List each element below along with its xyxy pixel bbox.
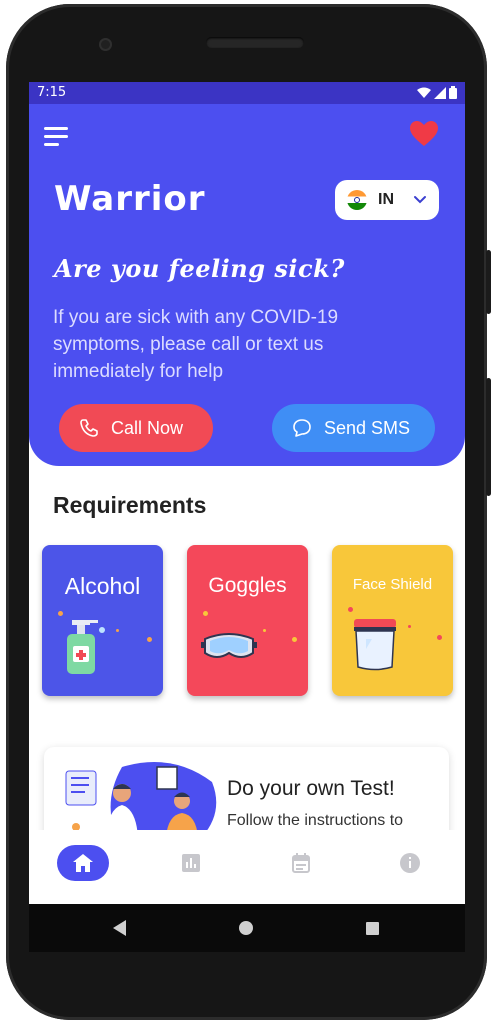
nav-calendar[interactable] xyxy=(275,845,327,881)
battery-icon xyxy=(449,86,457,99)
goggles-card[interactable]: Goggles xyxy=(187,545,308,696)
calendar-icon xyxy=(292,853,310,873)
call-now-label: Call Now xyxy=(111,417,184,438)
home-icon xyxy=(73,854,93,872)
power-button xyxy=(486,378,491,496)
requirements-title: Requirements xyxy=(53,492,207,518)
nav-info[interactable] xyxy=(384,845,436,881)
doctor-consultation-illustration xyxy=(65,762,217,837)
heart-icon[interactable] xyxy=(410,121,438,147)
front-camera xyxy=(99,38,112,51)
chat-bubble-icon xyxy=(293,419,311,437)
alcohol-label: Alcohol xyxy=(64,573,141,599)
volume-button xyxy=(486,250,491,314)
recents-icon[interactable] xyxy=(366,922,379,935)
menu-icon[interactable] xyxy=(44,127,70,146)
home-circle-icon[interactable] xyxy=(239,921,253,935)
test-title: Do your own Test! xyxy=(227,777,395,800)
goggles-label: Goggles xyxy=(208,574,287,597)
face-shield-icon xyxy=(354,619,396,671)
phone-icon xyxy=(80,419,98,437)
goggles-icon xyxy=(201,633,257,658)
sanitizer-bottle-icon xyxy=(67,620,105,674)
send-sms-label: Send SMS xyxy=(324,417,411,438)
country-code: IN xyxy=(378,191,394,208)
bottom-navigation xyxy=(29,830,465,904)
signal-icon xyxy=(434,86,446,99)
chevron-down-icon xyxy=(414,196,426,204)
stats-icon xyxy=(182,854,200,872)
wifi-icon xyxy=(417,87,431,98)
app-screen: 7:15 Warrior IN Are you feeling sick? If… xyxy=(29,82,465,904)
info-icon xyxy=(400,853,420,873)
send-sms-button[interactable]: Send SMS xyxy=(272,404,435,452)
status-time: 7:15 xyxy=(37,85,67,100)
sick-question: Are you feeling sick? xyxy=(54,254,345,283)
test-subtitle: Follow the instructions to xyxy=(227,812,404,829)
nav-stats[interactable] xyxy=(165,845,217,881)
country-selector[interactable]: IN xyxy=(335,180,439,220)
alcohol-card[interactable]: Alcohol xyxy=(42,545,163,696)
status-bar: 7:15 xyxy=(29,82,465,104)
call-now-button[interactable]: Call Now xyxy=(59,404,213,452)
nav-home[interactable] xyxy=(57,845,109,881)
earpiece-speaker xyxy=(206,37,304,48)
help-message: If you are sick with any COVID-19 sympto… xyxy=(53,307,339,382)
india-flag-icon xyxy=(347,190,367,210)
face-shield-card[interactable]: Face Shield xyxy=(332,545,453,696)
back-icon[interactable] xyxy=(113,920,127,936)
face-shield-label: Face Shield xyxy=(352,576,433,593)
system-navigation-bar xyxy=(29,904,465,952)
app-title: Warrior xyxy=(54,179,206,219)
hero-section: Warrior IN Are you feeling sick? If you … xyxy=(29,104,465,466)
